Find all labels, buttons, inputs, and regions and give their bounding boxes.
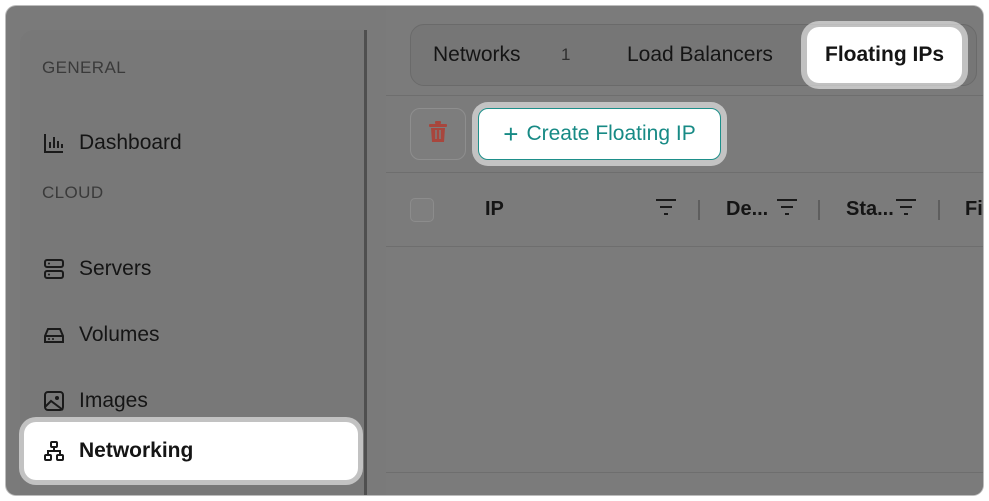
select-all-checkbox[interactable] xyxy=(410,198,434,222)
filter-icon[interactable] xyxy=(895,198,917,221)
column-header-description[interactable]: De... xyxy=(726,198,768,221)
tab-label: Networks xyxy=(433,43,521,66)
column-separator[interactable] xyxy=(698,200,700,220)
tab-floating-ips[interactable]: Floating IPs xyxy=(807,27,963,83)
sidebar-item-label: Images xyxy=(79,389,148,412)
tab-label: Load Balancers xyxy=(627,43,773,66)
section-label-general: GENERAL xyxy=(42,58,127,77)
tab-load-balancers[interactable]: Load Balancers xyxy=(627,25,773,85)
plus-icon: + xyxy=(503,119,519,149)
column-header-status[interactable]: Sta... xyxy=(846,198,894,221)
sidebar-item-servers[interactable]: Servers xyxy=(24,240,358,298)
bar-chart-icon xyxy=(42,131,66,155)
trash-icon xyxy=(428,120,448,148)
sidebar-item-label: Dashboard xyxy=(79,131,182,154)
filter-icon[interactable] xyxy=(776,198,798,221)
sidebar-item-dashboard[interactable]: Dashboard xyxy=(24,114,358,172)
sidebar-item-networking[interactable]: Networking xyxy=(24,422,358,480)
column-header-ip[interactable]: IP xyxy=(485,198,504,221)
table-bottom-divider xyxy=(386,472,983,473)
column-header-truncated[interactable]: Fi xyxy=(965,198,983,221)
server-icon xyxy=(42,257,66,281)
filter-icon[interactable] xyxy=(655,198,677,221)
sidebar-item-volumes[interactable]: Volumes xyxy=(24,306,358,364)
tab-bar: Networks 1 Load Balancers Floating IPs xyxy=(410,24,977,86)
image-icon xyxy=(42,389,66,413)
network-icon xyxy=(42,439,66,463)
table-header: IP De... Sta... Fi xyxy=(386,176,983,246)
table-top-divider xyxy=(386,172,983,173)
column-separator[interactable] xyxy=(938,200,940,220)
hard-drive-icon xyxy=(42,323,66,347)
sidebar-item-label: Servers xyxy=(79,257,152,280)
sidebar-item-label: Volumes xyxy=(79,323,160,346)
delete-button[interactable] xyxy=(410,108,466,160)
section-label-cloud: CLOUD xyxy=(42,183,104,202)
column-separator[interactable] xyxy=(818,200,820,220)
tab-networks[interactable]: Networks xyxy=(433,25,521,85)
main-content: Networks 1 Load Balancers Floating IPs +… xyxy=(386,6,983,495)
table-header-divider xyxy=(386,246,983,247)
create-floating-ip-label: Create Floating IP xyxy=(526,122,696,145)
tab-label: Floating IPs xyxy=(825,43,945,66)
tab-networks-count: 1 xyxy=(561,45,571,64)
toolbar-divider xyxy=(386,95,983,96)
app-window: GENERAL Dashboard CLOUD Servers Volumes xyxy=(6,6,983,495)
create-floating-ip-button[interactable]: + Create Floating IP xyxy=(478,108,721,160)
sidebar-item-label: Networking xyxy=(79,439,194,462)
sidebar: GENERAL Dashboard CLOUD Servers Volumes xyxy=(20,30,367,495)
